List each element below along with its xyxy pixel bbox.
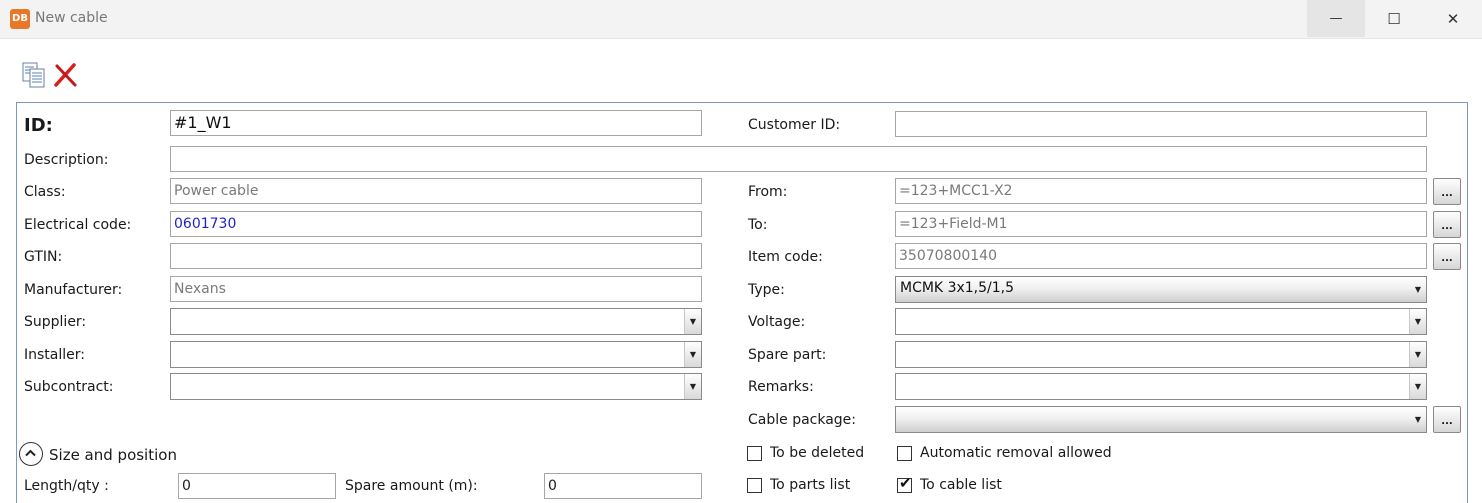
to-parts-list-label: To parts list [770, 477, 851, 493]
window-title: New cable [35, 10, 108, 26]
close-icon: ✕ [1446, 9, 1460, 28]
chevron-down-icon[interactable]: ▼ [684, 374, 701, 399]
from-label: From: [748, 184, 788, 200]
type-value: MCMK 3x1,5/1,5 [900, 280, 1015, 296]
manufacturer-label: Manufacturer: [24, 282, 123, 298]
close-button[interactable]: ✕ [1424, 0, 1482, 37]
to-be-deleted-checkbox[interactable] [747, 446, 762, 461]
delete-x-icon [54, 63, 77, 87]
voltage-select[interactable]: ▼ [895, 308, 1427, 335]
electrical-code-label: Electrical code: [24, 217, 132, 233]
to-label: To: [748, 217, 768, 233]
checkmark-icon: ✔ [899, 474, 912, 492]
minimize-icon: — [1329, 11, 1343, 26]
to-parts-list-checkbox[interactable] [747, 478, 762, 493]
id-label: ID: [24, 115, 53, 136]
manufacturer-input[interactable]: Nexans [170, 276, 702, 302]
size-position-title: Size and position [49, 446, 177, 464]
item-code-input[interactable]: 35070800140 [895, 243, 1427, 269]
remarks-select[interactable]: ▼ [895, 373, 1427, 400]
copy-document-button[interactable] [20, 61, 48, 89]
class-label: Class: [24, 184, 66, 200]
description-label: Description: [24, 152, 109, 168]
installer-select[interactable]: ▼ [170, 341, 702, 368]
type-label: Type: [748, 282, 785, 298]
item-code-browse-button[interactable]: ... [1433, 243, 1461, 270]
chevron-up-icon [25, 449, 36, 457]
to-cable-list-label: To cable list [920, 477, 1002, 493]
spare-amount-label: Spare amount (m): [345, 478, 478, 494]
chevron-down-icon[interactable]: ▼ [684, 309, 701, 334]
app-logo-icon: DB [10, 9, 30, 29]
to-input[interactable]: =123+Field-M1 [895, 211, 1427, 237]
id-input[interactable]: #1_W1 [170, 110, 702, 136]
spare-amount-input[interactable]: 0 [544, 473, 702, 499]
maximize-icon: ☐ [1387, 9, 1401, 28]
chevron-down-icon[interactable]: ▼ [1410, 407, 1426, 432]
delete-button[interactable] [52, 61, 80, 89]
collapse-section-button[interactable] [19, 442, 43, 466]
minimize-button[interactable]: — [1307, 0, 1365, 37]
cable-package-select[interactable]: ▼ [895, 406, 1427, 433]
from-browse-button[interactable]: ... [1433, 178, 1461, 205]
type-select[interactable]: MCMK 3x1,5/1,5 ▼ [895, 276, 1427, 303]
chevron-down-icon[interactable]: ▼ [1409, 342, 1426, 367]
class-input[interactable]: Power cable [170, 178, 702, 204]
to-cable-list-checkbox[interactable]: ✔ [897, 474, 912, 493]
cable-package-browse-button[interactable]: ... [1433, 406, 1461, 433]
maximize-button[interactable]: ☐ [1365, 0, 1423, 37]
gtin-input[interactable] [170, 243, 702, 269]
supplier-select[interactable]: ▼ [170, 308, 702, 335]
spare-part-select[interactable]: ▼ [895, 341, 1427, 368]
length-input[interactable]: 0 [178, 473, 336, 499]
chevron-down-icon[interactable]: ▼ [1409, 309, 1426, 334]
length-label: Length/qty : [24, 478, 109, 494]
description-input[interactable] [170, 146, 1427, 172]
to-be-deleted-label: To be deleted [770, 445, 865, 461]
chevron-down-icon[interactable]: ▼ [684, 342, 701, 367]
from-input[interactable]: =123+MCC1-X2 [895, 178, 1427, 204]
to-browse-button[interactable]: ... [1433, 211, 1461, 238]
document-copy-icon [22, 62, 45, 88]
chevron-down-icon[interactable]: ▼ [1409, 374, 1426, 399]
cable-package-label: Cable package: [748, 412, 857, 428]
installer-label: Installer: [24, 347, 85, 363]
automatic-removal-checkbox[interactable] [897, 446, 912, 461]
automatic-removal-label: Automatic removal allowed [920, 445, 1112, 461]
electrical-code-input[interactable]: 0601730 [170, 211, 702, 237]
chevron-down-icon[interactable]: ▼ [1410, 277, 1426, 302]
customer-id-input[interactable] [895, 111, 1427, 137]
subcontract-select[interactable]: ▼ [170, 373, 702, 400]
supplier-label: Supplier: [24, 314, 87, 330]
customer-id-label: Customer ID: [748, 117, 841, 133]
subcontract-label: Subcontract: [24, 379, 114, 395]
voltage-label: Voltage: [748, 314, 806, 330]
item-code-label: Item code: [748, 249, 823, 265]
gtin-label: GTIN: [24, 249, 63, 265]
spare-part-label: Spare part: [748, 347, 827, 363]
title-bar [0, 0, 1482, 39]
remarks-label: Remarks: [748, 379, 814, 395]
